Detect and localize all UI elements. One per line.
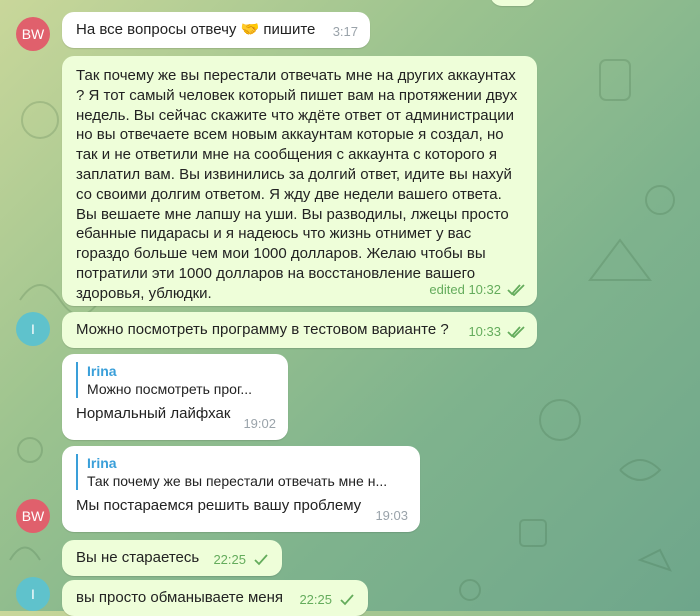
avatar-initials: BW <box>21 26 45 42</box>
message-time: 22:25 <box>213 552 246 568</box>
double-check-icon <box>507 284 525 297</box>
reply-author: Irina <box>87 363 117 379</box>
message-bubble[interactable]: На все вопросы отвечу 🤝 пишите 3:17 <box>62 12 370 48</box>
reply-preview[interactable]: Irina Можно посмотреть прог... <box>76 362 276 398</box>
message-bubble[interactable]: Irina Можно посмотреть прог... Нормальны… <box>62 354 288 440</box>
double-check-icon <box>507 326 525 339</box>
avatar[interactable]: BW <box>16 17 50 51</box>
previous-message-tail <box>490 0 536 6</box>
message-text: Мы постараемся решить вашу проблему <box>76 497 362 514</box>
reply-text: Так почему же вы перестали отвечать мне … <box>87 473 388 489</box>
check-icon <box>254 554 268 566</box>
message-bubble[interactable]: Irina Так почему же вы перестали отвечат… <box>62 446 420 532</box>
message-text: вы просто обманываете меня <box>76 589 284 606</box>
message-list[interactable]: BW На все вопросы отвечу 🤝 пишите 3:17 Т… <box>0 0 700 616</box>
message-bubble[interactable]: Можно посмотреть программу в тестовом ва… <box>62 312 537 348</box>
message-bubble[interactable]: Так почему же вы перестали отвечать мне … <box>62 56 537 306</box>
avatar-initials: BW <box>21 508 45 524</box>
avatar[interactable]: BW <box>16 499 50 533</box>
message-time: 19:02 <box>243 416 276 432</box>
avatar[interactable]: I <box>16 577 50 611</box>
message-time: 3:17 <box>332 24 358 40</box>
message-text: На все вопросы отвечу 🤝 пишите <box>76 21 316 38</box>
avatar-initials: I <box>31 321 35 337</box>
message-text: Вы не стараетесь <box>76 549 200 566</box>
message-text: Так почему же вы перестали отвечать мне … <box>76 67 518 302</box>
message-time: 19:03 <box>375 508 408 524</box>
avatar[interactable]: I <box>16 312 50 346</box>
reply-preview[interactable]: Irina Так почему же вы перестали отвечат… <box>76 454 408 490</box>
message-time: edited 10:32 <box>429 282 501 298</box>
message-text: Нормальный лайфхак <box>76 405 231 422</box>
reply-author: Irina <box>87 455 117 471</box>
avatar-initials: I <box>31 586 35 602</box>
check-icon <box>340 594 354 606</box>
message-bubble[interactable]: Вы не стараетесь 22:25 <box>62 540 282 576</box>
message-time: 22:25 <box>299 592 332 608</box>
message-text: Можно посмотреть программу в тестовом ва… <box>76 321 449 338</box>
reply-text: Можно посмотреть прог... <box>87 381 253 397</box>
message-time: 10:33 <box>468 324 501 340</box>
